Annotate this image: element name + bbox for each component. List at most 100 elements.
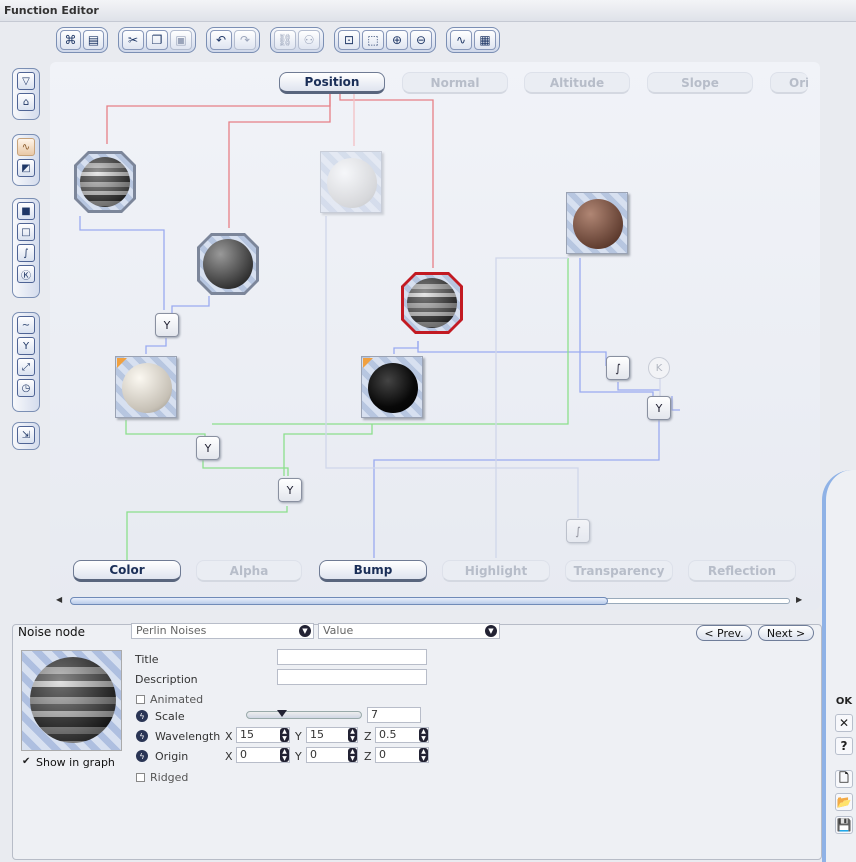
tab-transparency[interactable]: Transparency bbox=[565, 560, 673, 582]
zoom-in-icon[interactable]: ⊕ bbox=[386, 30, 408, 50]
zoom-region-icon[interactable]: ⬚ bbox=[362, 30, 384, 50]
combiner-node-4[interactable]: Y bbox=[647, 396, 671, 420]
scroll-right-icon[interactable]: ▶ bbox=[796, 595, 802, 604]
wavelength-y-input[interactable]: 15 ▲ ▼ bbox=[306, 727, 358, 743]
description-input[interactable] bbox=[277, 669, 427, 685]
combiner-icon[interactable]: Y bbox=[17, 337, 35, 355]
origin-x-axis: X bbox=[225, 750, 233, 763]
combiner-node-3[interactable]: Y bbox=[278, 478, 302, 502]
prev-button[interactable]: < Prev. bbox=[696, 625, 752, 641]
tab-bump[interactable]: Bump bbox=[319, 560, 427, 582]
tab-alpha[interactable]: Alpha bbox=[196, 560, 302, 582]
origin-x-value: 0 bbox=[240, 748, 247, 761]
undo-icon[interactable]: ↶ bbox=[210, 30, 232, 50]
link-icon[interactable]: ⛓ bbox=[274, 30, 296, 50]
noise-node-3[interactable] bbox=[320, 151, 382, 213]
horizontal-scrollbar[interactable]: ◀ ▶ bbox=[56, 594, 806, 608]
tree-icon[interactable]: ⌘ bbox=[60, 30, 81, 50]
type-select[interactable]: Value ▼ bbox=[318, 623, 500, 639]
wavelength-x-input[interactable]: 15 ▲ ▼ bbox=[236, 727, 290, 743]
timer-icon[interactable]: ◷ bbox=[17, 379, 35, 397]
square-icon[interactable]: ■ bbox=[17, 202, 35, 220]
wavelength-animate-icon[interactable]: ϟ bbox=[136, 730, 148, 742]
scroll-thumb[interactable] bbox=[70, 597, 608, 605]
chevron-down-icon[interactable]: ▼ bbox=[299, 625, 311, 637]
category-select[interactable]: Perlin Noises ▼ bbox=[131, 623, 314, 639]
tab-altitude[interactable]: Altitude bbox=[524, 72, 630, 94]
tab-normal[interactable]: Normal bbox=[402, 72, 508, 94]
texture-node-rust[interactable] bbox=[566, 192, 628, 254]
new-file-icon[interactable]: 🗋 bbox=[835, 770, 853, 788]
scale-input[interactable]: 7 bbox=[367, 707, 421, 723]
paste-icon[interactable]: ▣ bbox=[170, 30, 192, 50]
tab-ori[interactable]: Ori bbox=[770, 72, 808, 94]
spinner-icon[interactable]: ▲ ▼ bbox=[280, 748, 289, 762]
curve-node[interactable]: ∫ bbox=[606, 356, 630, 380]
help-button[interactable]: ? bbox=[835, 737, 853, 755]
origin-y-input[interactable]: 0 ▲ ▼ bbox=[306, 747, 358, 763]
noise-node-selected[interactable] bbox=[401, 272, 463, 334]
combiner-node-2[interactable]: Y bbox=[196, 436, 220, 460]
save-icon[interactable]: 💾 bbox=[835, 816, 853, 834]
ok-button[interactable]: OK bbox=[835, 692, 853, 710]
next-button[interactable]: Next > bbox=[758, 625, 814, 641]
spinner-icon[interactable]: ▲ ▼ bbox=[419, 748, 428, 762]
filter-node-icon[interactable]: ⌂ bbox=[17, 93, 35, 111]
origin-animate-icon[interactable]: ϟ bbox=[136, 750, 148, 762]
wave-func-icon[interactable]: ∼ bbox=[17, 316, 35, 334]
color-node-black[interactable] bbox=[361, 356, 423, 418]
tab-reflection[interactable]: Reflection bbox=[688, 560, 796, 582]
scale-animate-icon[interactable]: ϟ bbox=[136, 710, 148, 722]
wavelength-z-value: 0.5 bbox=[379, 728, 397, 741]
wavelength-x-axis: X bbox=[225, 730, 233, 743]
cut-icon[interactable]: ✂ bbox=[122, 30, 144, 50]
combiner-node-1[interactable]: Y bbox=[155, 313, 179, 337]
origin-label: Origin bbox=[155, 750, 189, 763]
panel-icon[interactable]: ▤ bbox=[83, 30, 104, 50]
texture-node-icon[interactable]: ◩ bbox=[17, 159, 35, 177]
scale-slider[interactable] bbox=[246, 710, 362, 719]
close-button[interactable]: ✕ bbox=[835, 714, 853, 732]
zoom-fit-icon[interactable]: ⊡ bbox=[338, 30, 360, 50]
color-node-cream[interactable] bbox=[115, 356, 177, 418]
wave-icon[interactable]: ∿ bbox=[450, 30, 472, 50]
tab-highlight[interactable]: Highlight bbox=[442, 560, 550, 582]
noise-node-1[interactable] bbox=[74, 151, 136, 213]
left-group-shapes: ■ □ ∫ Ⓚ bbox=[12, 198, 40, 298]
spinner-icon[interactable]: ▲ ▼ bbox=[280, 728, 289, 742]
title-bar: Function Editor bbox=[0, 0, 856, 22]
tab-color[interactable]: Color bbox=[73, 560, 181, 582]
chevron-down-icon[interactable]: ▼ bbox=[485, 625, 497, 637]
scale-slider-knob[interactable] bbox=[277, 710, 287, 717]
constant-node[interactable]: K bbox=[648, 357, 670, 379]
origin-x-input[interactable]: 0 ▲ ▼ bbox=[236, 747, 290, 763]
map-icon[interactable]: ⤢ bbox=[17, 358, 35, 376]
cube-icon[interactable]: ▦ bbox=[474, 30, 496, 50]
zoom-out-icon[interactable]: ⊖ bbox=[410, 30, 432, 50]
wavelength-z-input[interactable]: 0.5 ▲ ▼ bbox=[375, 727, 429, 743]
export-icon[interactable]: ⇲ bbox=[17, 426, 35, 444]
ridged-checkbox[interactable] bbox=[136, 773, 145, 782]
noise-node-icon[interactable]: ▽ bbox=[17, 72, 35, 90]
color-node-icon[interactable]: ∿ bbox=[17, 138, 35, 156]
tab-slope[interactable]: Slope bbox=[647, 72, 753, 94]
redo-icon[interactable]: ↷ bbox=[234, 30, 256, 50]
curve-icon[interactable]: ∫ bbox=[17, 244, 35, 262]
title-input[interactable] bbox=[277, 649, 427, 665]
scroll-left-icon[interactable]: ◀ bbox=[56, 595, 62, 604]
tab-position[interactable]: Position bbox=[279, 72, 385, 94]
show-in-graph-checkbox[interactable]: ✔ bbox=[22, 757, 31, 767]
spinner-icon[interactable]: ▲ ▼ bbox=[419, 728, 428, 742]
noise-node-2[interactable] bbox=[197, 233, 259, 295]
rounded-square-icon[interactable]: □ bbox=[17, 223, 35, 241]
origin-z-input[interactable]: 0 ▲ ▼ bbox=[375, 747, 429, 763]
copy-icon[interactable]: ❐ bbox=[146, 30, 168, 50]
show-in-graph-label: Show in graph bbox=[36, 756, 115, 769]
curve-node-faded[interactable]: ∫ bbox=[566, 519, 590, 543]
animated-checkbox[interactable] bbox=[136, 695, 145, 704]
constant-icon[interactable]: Ⓚ bbox=[17, 265, 35, 283]
unlink-icon[interactable]: ⚇ bbox=[298, 30, 320, 50]
open-file-icon[interactable]: 📂 bbox=[835, 793, 853, 811]
spinner-icon[interactable]: ▲ ▼ bbox=[348, 748, 357, 762]
spinner-icon[interactable]: ▲ ▼ bbox=[348, 728, 357, 742]
